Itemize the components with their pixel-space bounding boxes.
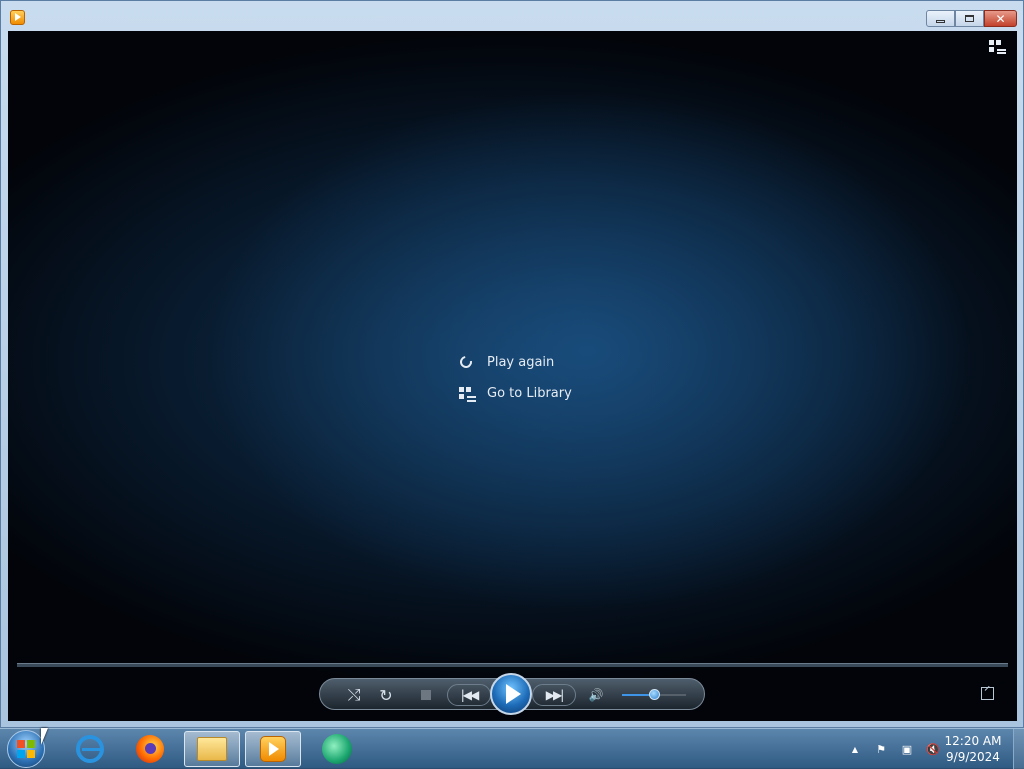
taskbar-file-explorer[interactable] (184, 731, 240, 767)
media-player-window: ✕ Play again Go to Library ⤭ ↻ |◀◀ ▶▶| 🔊 (0, 0, 1024, 728)
play-button[interactable] (490, 673, 532, 715)
shuffle-icon: ⤭ (347, 685, 361, 704)
stop-button[interactable] (416, 685, 436, 705)
speaker-icon: 🔊 (588, 688, 604, 702)
seek-bar[interactable] (17, 663, 1008, 667)
go-to-library-button[interactable]: Go to Library (458, 378, 572, 409)
taskbar-green-app[interactable] (309, 731, 365, 767)
flag-icon: ⚑ (876, 742, 886, 756)
stop-icon (421, 690, 431, 700)
previous-icon: |◀◀ (460, 688, 479, 702)
internet-explorer-icon (76, 735, 104, 763)
go-to-library-label: Go to Library (487, 386, 572, 401)
green-app-icon (322, 734, 352, 764)
switch-to-library-button[interactable] (989, 40, 1006, 54)
mouse-cursor (41, 728, 48, 745)
media-player-app-icon[interactable] (10, 10, 25, 25)
taskbar-firefox[interactable] (122, 731, 178, 767)
close-icon: ✕ (995, 11, 1006, 26)
library-icon (458, 385, 476, 403)
taskbar-internet-explorer[interactable] (62, 731, 118, 767)
next-icon: ▶▶| (545, 688, 564, 702)
replay-icon (457, 353, 476, 372)
volume-slider-thumb[interactable] (649, 689, 660, 700)
play-again-button[interactable]: Play again (457, 347, 572, 378)
play-again-label: Play again (487, 355, 555, 370)
shuffle-button[interactable]: ⤭ (344, 685, 364, 705)
taskbar: ▲ ⚑ ▣ 🔇 12:20 AM 9/9/2024 (0, 728, 1024, 769)
repeat-button[interactable]: ↻ (376, 685, 396, 705)
firefox-icon (136, 735, 164, 763)
folder-icon (197, 737, 227, 761)
network-status[interactable]: ▣ (897, 741, 917, 757)
next-button[interactable]: ▶▶| (532, 684, 576, 706)
clock[interactable]: 12:20 AM 9/9/2024 (934, 733, 1012, 765)
caption-buttons: ✕ (926, 10, 1017, 27)
clock-date: 9/9/2024 (946, 750, 1000, 764)
windows-media-player-icon (260, 736, 286, 762)
end-of-playback-menu: Play again Go to Library (457, 347, 572, 409)
maximize-button[interactable] (955, 10, 984, 27)
mute-button[interactable]: 🔊 (586, 685, 606, 705)
clock-time: 12:20 AM (944, 734, 1002, 748)
chevron-up-icon: ▲ (851, 744, 859, 754)
playback-controls: ⤭ ↻ |◀◀ ▶▶| 🔊 (319, 673, 705, 715)
show-hidden-icons-button[interactable]: ▲ (845, 741, 865, 757)
maximize-icon (965, 15, 974, 22)
action-center-flag[interactable]: ⚑ (871, 741, 891, 757)
title-bar[interactable]: ✕ (1, 1, 1023, 31)
close-button[interactable]: ✕ (984, 10, 1017, 27)
previous-button[interactable]: |◀◀ (447, 684, 491, 706)
video-area[interactable]: Play again Go to Library ⤭ ↻ |◀◀ ▶▶| 🔊 (8, 31, 1017, 721)
start-button[interactable] (7, 730, 45, 768)
show-desktop-button[interactable] (1013, 729, 1024, 769)
network-icon: ▣ (901, 742, 913, 756)
repeat-icon: ↻ (379, 685, 393, 705)
taskbar-windows-media-player[interactable] (245, 731, 301, 767)
minimize-button[interactable] (926, 10, 955, 27)
fullscreen-button[interactable] (981, 687, 994, 700)
minimize-icon (936, 20, 945, 23)
